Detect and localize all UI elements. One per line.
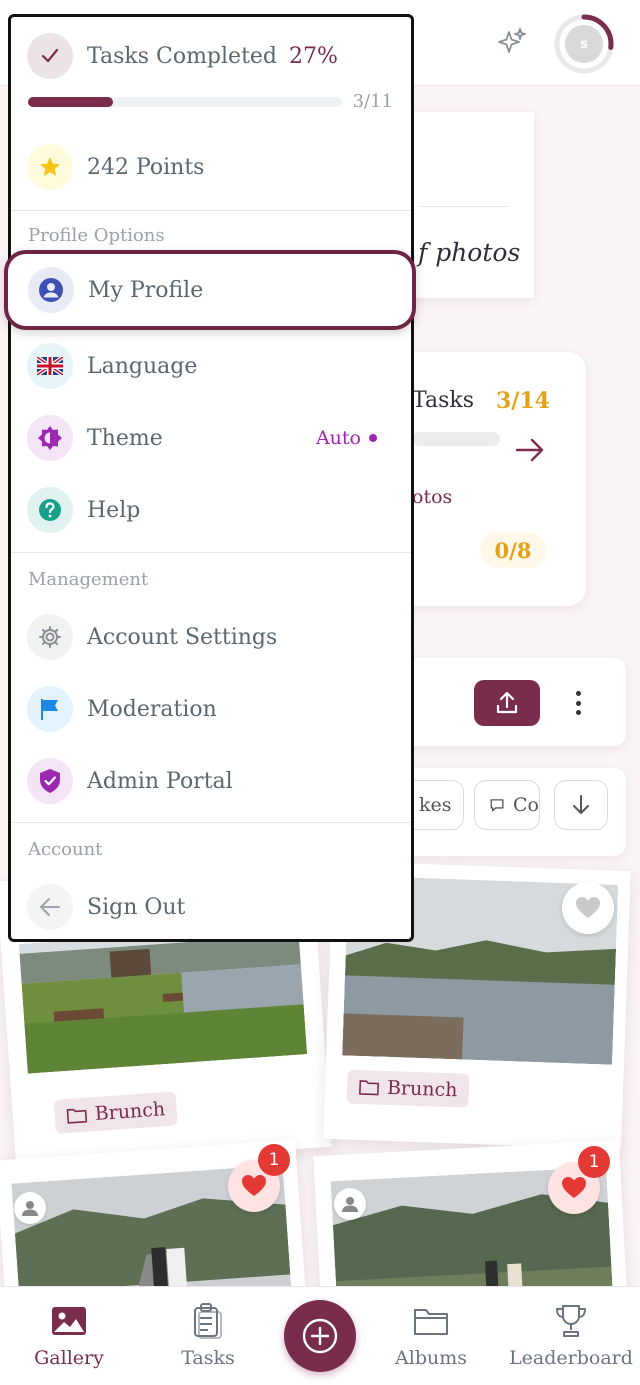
arrow-right-icon[interactable]	[514, 436, 546, 464]
divider	[11, 552, 411, 553]
user-avatar-button[interactable]: s	[554, 14, 614, 74]
photos-count: 0/8	[480, 532, 546, 568]
account-circle-icon	[28, 267, 74, 313]
nav-gallery-label: Gallery	[34, 1347, 104, 1369]
tasks-completed-count: 3/11	[352, 91, 393, 112]
divider	[11, 822, 411, 823]
flag-icon	[27, 686, 73, 732]
filter-comments-chip[interactable]: Co	[474, 780, 540, 830]
photo-image	[18, 924, 308, 1074]
tasks-completed-percent: 27%	[289, 43, 338, 69]
folder-icon	[414, 1309, 448, 1335]
upload-button[interactable]	[474, 680, 540, 726]
menu-item-my-profile[interactable]: My Profile	[4, 250, 416, 330]
tasks-label: Tasks	[412, 388, 474, 413]
points-label: 242 Points	[87, 154, 205, 180]
nav-tasks[interactable]: Tasks	[168, 1287, 248, 1385]
theme-icon	[27, 415, 73, 461]
tasks-count: 3/14	[496, 388, 550, 414]
clipboard-icon	[194, 1303, 222, 1339]
menu-item-moderation[interactable]: Moderation	[27, 684, 395, 734]
sort-button[interactable]	[554, 780, 608, 830]
star-icon	[27, 144, 73, 190]
folder-icon	[359, 1080, 379, 1096]
like-button[interactable]	[562, 882, 614, 934]
points-row: 242 Points	[27, 142, 395, 192]
theme-value-label: Auto	[315, 427, 361, 449]
help-icon	[27, 487, 73, 533]
uk-flag-icon	[27, 343, 73, 389]
nav-albums-label: Albums	[395, 1347, 467, 1369]
divider	[11, 210, 411, 211]
plus-circle-icon	[302, 1318, 338, 1354]
menu-item-account-settings[interactable]: Account Settings	[27, 612, 395, 662]
arrow-down-icon	[573, 795, 589, 814]
menu-item-account-settings-label: Account Settings	[87, 624, 278, 650]
nav-albums[interactable]: Albums	[390, 1287, 472, 1385]
photos-label: otos	[412, 486, 453, 508]
filter-likes-label: kes	[419, 794, 452, 816]
image-icon	[52, 1307, 86, 1335]
divider	[420, 206, 508, 207]
upload-icon	[496, 691, 518, 714]
add-photo-button[interactable]	[284, 1300, 356, 1372]
gear-icon	[27, 614, 73, 660]
album-tag-label: Brunch	[386, 1076, 458, 1102]
menu-item-admin-portal-label: Admin Portal	[87, 768, 233, 794]
nav-leaderboard[interactable]: Leaderboard	[506, 1287, 636, 1385]
avatar: s	[563, 23, 605, 65]
trophy-icon	[556, 1305, 586, 1337]
menu-item-help-label: Help	[87, 497, 141, 523]
tasks-completed-row: Tasks Completed 27%	[27, 31, 395, 81]
tasks-progress-fill	[28, 97, 113, 107]
album-tag[interactable]: Brunch	[53, 1091, 179, 1134]
menu-item-admin-portal[interactable]: Admin Portal	[27, 756, 395, 806]
menu-item-sign-out[interactable]: Sign Out	[27, 882, 395, 932]
album-tag[interactable]: Brunch	[346, 1069, 471, 1108]
theme-indicator-dot	[369, 434, 377, 442]
event-description-card	[400, 112, 534, 298]
profile-dropdown-menu: Tasks Completed 27% 3/11 242 Points Prof…	[8, 14, 414, 942]
uploader-avatar[interactable]	[14, 1192, 46, 1224]
menu-item-sign-out-label: Sign Out	[87, 894, 186, 920]
filter-comments-label: Co	[513, 794, 539, 816]
heart-icon	[576, 897, 600, 918]
check-icon	[27, 33, 73, 79]
menu-item-help[interactable]: Help	[27, 485, 395, 535]
nav-tasks-label: Tasks	[181, 1347, 235, 1369]
more-options-icon[interactable]	[566, 688, 590, 718]
sparkle-icon[interactable]	[496, 26, 528, 58]
section-title-account: Account	[28, 839, 103, 860]
like-count-badge: 1	[258, 1144, 290, 1176]
menu-item-theme[interactable]: Theme Auto	[27, 413, 395, 463]
tasks-completed-label: Tasks Completed	[87, 43, 278, 69]
album-tag-label: Brunch	[94, 1098, 166, 1126]
section-title-management: Management	[28, 569, 149, 590]
nav-gallery[interactable]: Gallery	[28, 1287, 110, 1385]
menu-item-language[interactable]: Language	[27, 341, 395, 391]
menu-item-moderation-label: Moderation	[87, 696, 217, 722]
arrow-left-icon	[27, 884, 73, 930]
description-text: f photos	[418, 238, 521, 267]
tasks-progress-bar	[412, 432, 500, 446]
comment-icon	[490, 799, 504, 812]
menu-item-my-profile-label: My Profile	[88, 277, 204, 303]
uploader-avatar[interactable]	[334, 1188, 366, 1220]
menu-item-language-label: Language	[87, 353, 198, 379]
nav-leaderboard-label: Leaderboard	[509, 1347, 633, 1369]
tasks-progress-bar	[28, 97, 342, 107]
heart-icon	[242, 1175, 266, 1196]
menu-item-theme-label: Theme	[87, 425, 163, 451]
section-title-profile: Profile Options	[28, 225, 165, 246]
user-icon	[22, 1201, 38, 1216]
like-count-badge: 1	[578, 1146, 610, 1178]
folder-icon	[66, 1108, 88, 1124]
user-icon	[342, 1197, 358, 1212]
shield-check-icon	[27, 758, 73, 804]
heart-icon	[562, 1177, 586, 1198]
theme-value: Auto	[316, 427, 377, 449]
